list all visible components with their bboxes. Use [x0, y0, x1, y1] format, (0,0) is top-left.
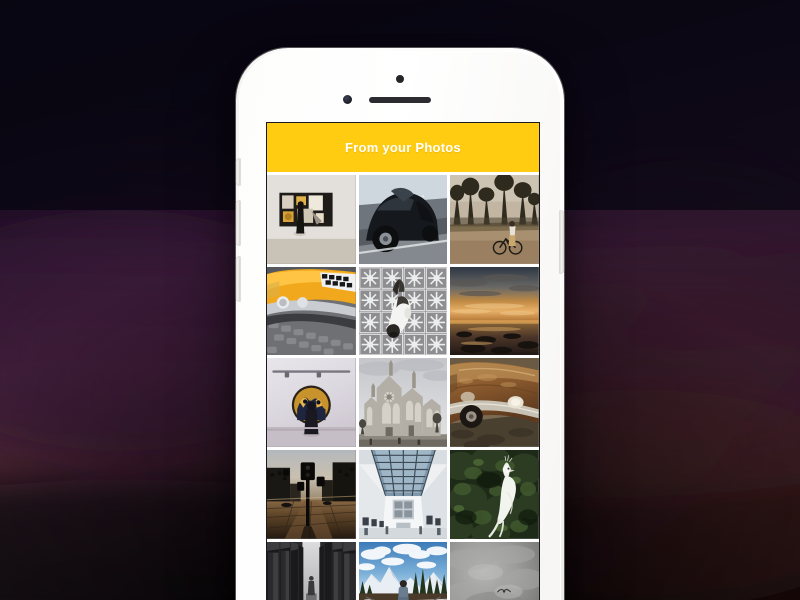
photo-tile[interactable]	[450, 175, 539, 264]
power-button[interactable]	[560, 211, 564, 273]
photo-grid	[267, 172, 539, 600]
photo-tile[interactable]	[358, 541, 448, 600]
front-camera-icon	[343, 95, 352, 104]
earpiece-speaker	[369, 97, 431, 103]
page-title: From your Photos	[345, 140, 461, 155]
photo-tile[interactable]	[450, 266, 539, 356]
phone-mockup: From your Photos	[236, 48, 564, 600]
photo-tile[interactable]	[267, 175, 356, 264]
photo-tile[interactable]	[450, 450, 539, 539]
photo-tile[interactable]	[267, 358, 356, 448]
photo-tile[interactable]	[450, 541, 539, 600]
proximity-sensor-icon	[396, 75, 404, 83]
photo-tile[interactable]	[267, 541, 356, 600]
app-header: From your Photos	[267, 123, 539, 172]
phone-body: From your Photos	[236, 51, 564, 600]
photo-tile[interactable]	[358, 175, 448, 264]
photo-tile[interactable]	[358, 450, 448, 539]
mute-switch[interactable]	[236, 159, 240, 185]
photo-tile[interactable]	[267, 266, 356, 356]
photo-tile[interactable]	[450, 358, 539, 448]
volume-up-button[interactable]	[236, 201, 240, 245]
photo-tile[interactable]	[358, 358, 448, 448]
volume-down-button[interactable]	[236, 257, 240, 301]
phone-screen: From your Photos	[267, 123, 539, 600]
photo-tile[interactable]	[358, 266, 448, 356]
photo-tile[interactable]	[267, 450, 356, 539]
